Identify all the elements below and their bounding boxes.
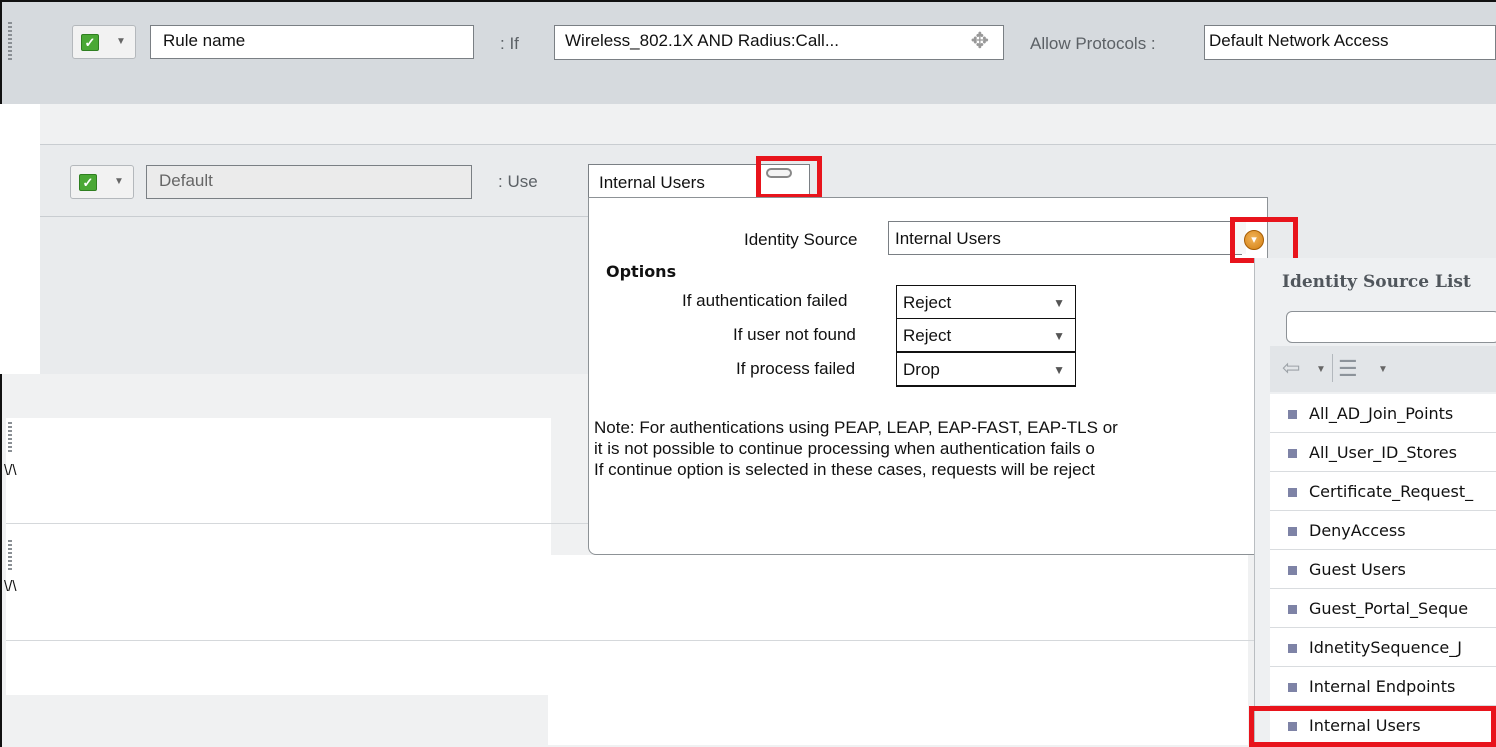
- note-text: Note: For authentications using PEAP, LE…: [594, 417, 1254, 480]
- identity-source-input[interactable]: Internal Users: [888, 221, 1242, 255]
- auth-failed-value: Reject: [903, 293, 952, 312]
- highlight-box: [1249, 706, 1496, 747]
- default-rule-name: Default: [146, 165, 472, 199]
- condition-text: Wireless_802.1X AND Radius:Call...: [565, 31, 840, 50]
- list-bullet-icon: [1288, 410, 1297, 419]
- policy-rows: [6, 418, 551, 695]
- list-bullet-icon: [1288, 527, 1297, 536]
- policy-rows-right: [548, 555, 1248, 745]
- list-item-label: Guest Users: [1309, 560, 1406, 579]
- list-item[interactable]: DenyAccess: [1270, 511, 1496, 550]
- default-status-toggle[interactable]: ✓ ▼: [70, 165, 134, 199]
- list-item-label: Guest_Portal_Seque: [1309, 599, 1469, 618]
- chevron-down-icon: ▼: [1053, 296, 1065, 310]
- identity-search-input[interactable]: [1286, 311, 1496, 343]
- row-divider: [6, 640, 1256, 641]
- allow-protocols-select[interactable]: Default Network Access: [1204, 25, 1496, 60]
- list-item-label: All_AD_Join_Points: [1309, 404, 1454, 423]
- list-bullet-icon: [1288, 566, 1297, 575]
- drag-handle-icon[interactable]: [8, 422, 12, 452]
- rule-status-toggle[interactable]: ✓ ▼: [72, 25, 136, 59]
- list-item[interactable]: Guest Users: [1270, 550, 1496, 589]
- identity-source-value: Internal Users: [895, 229, 1001, 248]
- chevron-down-icon: ▼: [116, 36, 126, 47]
- divider: [1332, 354, 1333, 382]
- checkbox-checked-icon: ✓: [81, 34, 99, 51]
- list-item[interactable]: All_User_ID_Stores: [1270, 433, 1496, 472]
- list-item-label: Internal Endpoints: [1309, 677, 1456, 696]
- list-item[interactable]: All_AD_Join_Points: [1270, 394, 1496, 433]
- drag-handle-icon[interactable]: [8, 22, 12, 60]
- drag-handle-icon[interactable]: [8, 540, 12, 570]
- list-bullet-icon: [1288, 605, 1297, 614]
- process-failed-label: If process failed: [736, 359, 856, 378]
- chevron-down-icon[interactable]: ▼: [1316, 364, 1326, 375]
- expression-builder-icon[interactable]: ✥: [971, 26, 989, 56]
- auth-failed-label: If authentication failed: [682, 291, 848, 310]
- user-not-found-select[interactable]: Reject ▼: [896, 318, 1076, 353]
- list-item-label: IdnetitySequence_J: [1309, 638, 1462, 657]
- list-view-icon[interactable]: ☰: [1338, 356, 1358, 382]
- note-line: If continue option is selected in these …: [594, 460, 1095, 479]
- user-not-found-label: If user not found: [733, 325, 856, 344]
- back-arrow-icon[interactable]: ⇦: [1282, 355, 1300, 381]
- divider: [40, 216, 588, 217]
- list-item-label: DenyAccess: [1309, 521, 1406, 540]
- auth-failed-select[interactable]: Reject ▼: [896, 285, 1076, 320]
- chevron-down-icon[interactable]: ▼: [1378, 364, 1388, 375]
- note-line: Note: For authentications using PEAP, LE…: [594, 418, 1118, 437]
- list-item-label: Certificate_Request_: [1309, 482, 1474, 501]
- options-heading: Options: [606, 262, 677, 281]
- process-failed-value: Drop: [903, 360, 940, 379]
- allow-protocols-label: Allow Protocols :: [1030, 34, 1156, 53]
- list-item-label: All_User_ID_Stores: [1309, 443, 1457, 462]
- chevron-down-icon: ▼: [1053, 363, 1065, 377]
- truncated-row-text: \/\: [4, 578, 17, 595]
- list-item[interactable]: Certificate_Request_: [1270, 472, 1496, 511]
- checkbox-checked-icon: ✓: [79, 174, 97, 191]
- user-not-found-value: Reject: [903, 326, 952, 345]
- chevron-down-icon: ▼: [1053, 329, 1065, 343]
- list-item[interactable]: IdnetitySequence_J: [1270, 628, 1496, 667]
- list-bullet-icon: [1288, 644, 1297, 653]
- identity-store-value: Internal Users: [599, 173, 705, 192]
- condition-field[interactable]: Wireless_802.1X AND Radius:Call... ✥: [554, 25, 1004, 60]
- chevron-down-icon: ▼: [114, 176, 124, 187]
- use-label: : Use: [498, 172, 538, 191]
- note-line: it is not possible to continue processin…: [594, 439, 1095, 458]
- list-item[interactable]: Guest_Portal_Seque: [1270, 589, 1496, 628]
- panel-header-strip: [40, 104, 1496, 144]
- list-bullet-icon: [1288, 449, 1297, 458]
- highlight-box: [756, 156, 822, 199]
- if-label: : If: [500, 34, 519, 53]
- list-item[interactable]: Internal Endpoints: [1270, 667, 1496, 706]
- list-bullet-icon: [1288, 488, 1297, 497]
- identity-source-label: Identity Source: [744, 230, 858, 249]
- rule-name-input[interactable]: Rule name: [150, 25, 474, 59]
- truncated-row-text: \/\: [4, 462, 17, 479]
- process-failed-select[interactable]: Drop ▼: [896, 352, 1076, 387]
- list-bullet-icon: [1288, 683, 1297, 692]
- highlight-box: [1230, 217, 1298, 263]
- identity-list-title: Identity Source List: [1282, 272, 1471, 292]
